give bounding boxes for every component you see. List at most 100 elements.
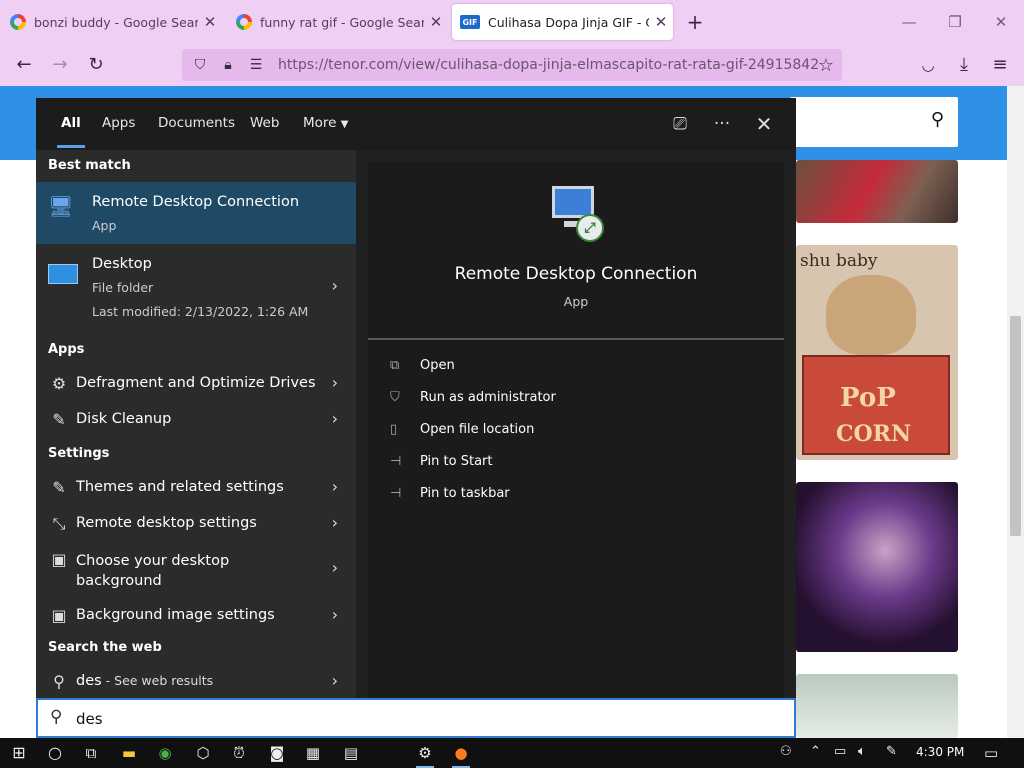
result-title: Desktop [92, 256, 152, 272]
network-icon[interactable]: ▭ [834, 744, 846, 759]
new-tab-button[interactable]: + [680, 8, 710, 36]
admin-shield-icon: ⛉ [390, 390, 400, 405]
result-desktop-background[interactable]: ▣ Choose your desktop background › [36, 544, 356, 594]
tab-apps[interactable]: Apps [102, 98, 135, 150]
file-location-icon: ▯ [390, 422, 398, 437]
tab-more-label: More [303, 115, 337, 131]
gif-thumbnail[interactable] [796, 482, 958, 652]
result-themes-settings[interactable]: ✎ Themes and related settings › [36, 472, 356, 504]
3d-viewer-icon[interactable]: ⬡ [188, 741, 218, 765]
tab-bonzi-buddy[interactable]: bonzi buddy - Google Search ✕ [0, 4, 222, 40]
settings-gear-icon[interactable]: ⚙︎ [410, 741, 440, 768]
clock[interactable]: 4:30 PM [916, 745, 964, 759]
gif-thumbnail[interactable] [796, 160, 958, 223]
windows-start-icon[interactable]: ⊞ [4, 741, 34, 765]
browser-nav-bar: ← → ↻ ⛉ 🔒︎ ☰ https://tenor.com/view/culi… [0, 44, 1024, 86]
result-desktop-folder[interactable]: Desktop File folder Last modified: 2/13/… [36, 246, 356, 330]
tab-all[interactable]: All [57, 98, 85, 150]
task-view-icon[interactable]: ⧉ [76, 741, 106, 765]
restore-icon[interactable]: ❐ [940, 8, 970, 36]
result-web-search[interactable]: ⚲ des - See web results › [36, 666, 356, 698]
feedback-icon[interactable]: ⎚ [668, 112, 692, 136]
tab-web[interactable]: Web [250, 98, 279, 150]
menu-icon[interactable]: ≡ [986, 52, 1014, 78]
camera-icon[interactable]: ◙ [262, 741, 292, 765]
download-icon[interactable]: ⤓ [950, 52, 978, 78]
close-window-icon[interactable]: ✕ [986, 8, 1016, 36]
cortana-icon[interactable]: ○ [40, 741, 70, 765]
section-header-best-match: Best match [48, 158, 131, 173]
chrome-icon[interactable]: ◉ [150, 741, 180, 765]
action-label: Open file location [420, 422, 535, 437]
scrollbar-thumb[interactable] [1010, 316, 1021, 536]
pocket-icon[interactable]: ◡ [914, 52, 942, 78]
web-query: des [76, 673, 102, 689]
defragment-icon: ⚙︎ [51, 374, 67, 393]
tab-funny-rat-gif[interactable]: funny rat gif - Google Search ✕ [226, 4, 448, 40]
pen-icon[interactable]: ✎ [886, 744, 897, 759]
search-icon[interactable]: ⚲ [931, 109, 944, 130]
address-bar[interactable]: ⛉ 🔒︎ ☰ https://tenor.com/view/culihasa-d… [182, 49, 842, 81]
chevron-up-icon[interactable]: ⌃ [810, 744, 821, 759]
close-icon[interactable]: ✕ [752, 112, 776, 136]
remote-desktop-icon: ⤢ [548, 184, 604, 244]
open-icon: ⧉ [390, 358, 400, 373]
url-text[interactable]: https://tenor.com/view/culihasa-dopa-jin… [278, 57, 819, 73]
permissions-icon[interactable]: ☰ [246, 57, 266, 73]
pin-icon: ⊣ [390, 454, 402, 469]
more-options-icon[interactable]: ··· [710, 112, 734, 136]
chevron-right-icon[interactable]: › [332, 373, 338, 392]
tab-more[interactable]: More ▼ [303, 98, 348, 150]
themes-icon: ✎ [52, 478, 66, 497]
web-suffix: - See web results [101, 673, 214, 688]
section-header-apps: Apps [48, 342, 85, 357]
close-tab-icon[interactable]: ✕ [424, 13, 448, 31]
file-explorer-icon[interactable]: ▬ [114, 741, 144, 765]
page-scrollbar[interactable] [1007, 86, 1024, 738]
chevron-right-icon[interactable]: › [332, 276, 338, 295]
close-tab-icon[interactable]: ✕ [198, 13, 222, 31]
alarms-icon[interactable]: ⏰︎ [224, 741, 254, 765]
tab-title: Culihasa Dopa Jinja GIF - Culiha [488, 14, 649, 30]
tab-documents[interactable]: Documents [158, 98, 235, 150]
caret-down-icon: ▼ [340, 119, 349, 130]
divider [368, 338, 784, 340]
back-arrow-icon[interactable]: ← [10, 52, 38, 78]
result-remote-desktop-connection[interactable]: 🖥︎ Remote Desktop Connection App [36, 182, 356, 244]
result-title: des - See web results [76, 673, 213, 689]
picture-icon: ▣ [51, 550, 67, 569]
chevron-right-icon[interactable]: › [332, 605, 338, 624]
chevron-right-icon[interactable]: › [332, 409, 338, 428]
calculator-icon[interactable]: ▦ [298, 741, 328, 765]
chevron-right-icon[interactable]: › [332, 671, 338, 690]
result-title: Remote Desktop Connection [92, 194, 300, 210]
chevron-right-icon[interactable]: › [332, 558, 338, 577]
result-background-image-settings[interactable]: ▣ Background image settings › [36, 600, 356, 632]
site-search-box[interactable]: ⚲ [790, 97, 958, 147]
volume-icon[interactable]: 🔈︎ [858, 744, 866, 759]
result-subtitle: File folder [92, 280, 154, 295]
result-remote-desktop-settings[interactable]: ⤡ Remote desktop settings › [36, 508, 356, 540]
result-disk-cleanup[interactable]: ✎ Disk Cleanup › [36, 404, 356, 436]
calendar-icon[interactable]: ▤ [336, 741, 366, 765]
result-defragment[interactable]: ⚙︎ Defragment and Optimize Drives › [36, 368, 356, 400]
reload-icon[interactable]: ↻ [82, 52, 110, 78]
shield-icon[interactable]: ⛉ [190, 57, 210, 73]
tab-culihasa-gif[interactable]: GIF Culihasa Dopa Jinja GIF - Culiha ✕ [452, 4, 673, 40]
search-input[interactable] [76, 708, 756, 730]
firefox-icon[interactable]: ● [446, 741, 476, 768]
notification-icon[interactable]: ▭ [984, 744, 998, 762]
results-list: Best match 🖥︎ Remote Desktop Connection … [36, 150, 356, 698]
people-icon[interactable]: ⚇ [780, 744, 792, 759]
forward-arrow-icon[interactable]: → [46, 52, 74, 78]
bookmark-star-icon[interactable]: ☆ [818, 55, 834, 76]
section-header-web: Search the web [48, 640, 162, 655]
minimize-icon[interactable]: — [894, 8, 924, 36]
chevron-right-icon[interactable]: › [332, 477, 338, 496]
gif-thumbnail[interactable] [796, 674, 958, 738]
windows-search-bar[interactable]: ⚲ [36, 698, 796, 738]
gif-thumbnail[interactable]: shu baby PoP CORN [796, 245, 958, 460]
close-tab-icon[interactable]: ✕ [649, 13, 673, 31]
chevron-right-icon[interactable]: › [332, 513, 338, 532]
lock-icon[interactable]: 🔒︎ [218, 57, 238, 73]
